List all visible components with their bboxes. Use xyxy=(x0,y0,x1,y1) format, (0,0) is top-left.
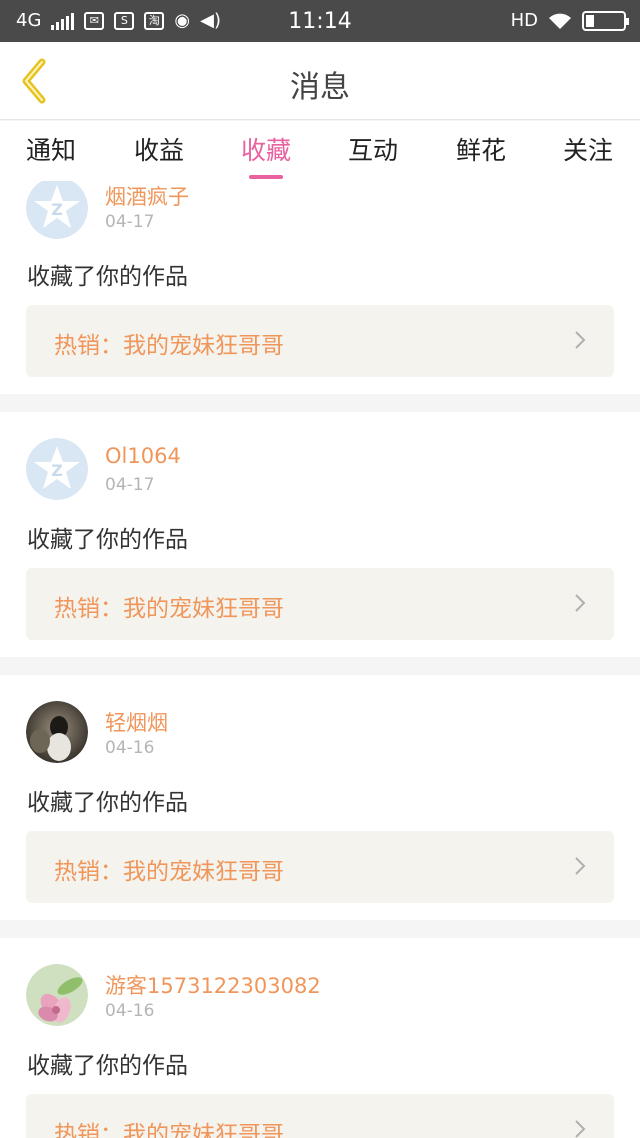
chevron-right-icon xyxy=(575,594,586,612)
message-list[interactable]: Z 烟酒疯子 04-17 收藏了你的作品 热销：我的宠妹狂哥哥 Z Ol1064… xyxy=(0,181,640,1138)
message-card: Z 烟酒疯子 04-17 收藏了你的作品 热销：我的宠妹狂哥哥 xyxy=(0,181,640,394)
message-text: 收藏了你的作品 xyxy=(27,527,188,553)
flower-photo-avatar xyxy=(26,964,88,1026)
message-date: 04-16 xyxy=(105,738,155,758)
chevron-right-icon xyxy=(575,1120,586,1138)
default-avatar-icon: Z xyxy=(26,181,88,239)
message-date: 04-17 xyxy=(105,212,155,232)
tab-flowers[interactable]: 鲜花 xyxy=(441,131,521,167)
message-text: 收藏了你的作品 xyxy=(27,790,188,816)
page-title: 消息 xyxy=(290,70,350,105)
tab-follow[interactable]: 关注 xyxy=(548,131,628,167)
message-card: Z Ol1064 04-17 收藏了你的作品 热销：我的宠妹狂哥哥 xyxy=(0,412,640,657)
status-bar: 4G ✉ S 淘 ◉ ◀) 11:14 HD xyxy=(0,0,640,42)
message-text: 收藏了你的作品 xyxy=(27,264,188,290)
wifi-icon xyxy=(549,13,571,29)
work-title: 热销：我的宠妹狂哥哥 xyxy=(54,1122,284,1138)
avatar[interactable]: Z xyxy=(26,181,88,239)
hd-label: HD xyxy=(510,10,538,31)
message-text: 收藏了你的作品 xyxy=(27,1053,188,1079)
tab-label: 收藏 xyxy=(240,136,291,165)
work-title: 热销：我的宠妹狂哥哥 xyxy=(54,333,284,359)
tab-earnings[interactable]: 收益 xyxy=(119,131,199,167)
avatar[interactable] xyxy=(26,701,88,763)
user-photo-avatar xyxy=(26,701,88,763)
message-card: 轻烟烟 04-16 收藏了你的作品 热销：我的宠妹狂哥哥 xyxy=(0,675,640,920)
default-avatar-icon: Z xyxy=(26,438,88,500)
user-name[interactable]: 游客1573122303082 xyxy=(105,970,321,1000)
user-name[interactable]: 烟酒疯子 xyxy=(105,181,189,211)
tab-interaction[interactable]: 互动 xyxy=(333,131,413,167)
avatar[interactable] xyxy=(26,964,88,1026)
tab-bar: 通知 收益 收藏 互动 鲜花 关注 xyxy=(0,121,640,181)
message-date: 04-17 xyxy=(105,475,155,495)
chevron-right-icon xyxy=(575,331,586,349)
svg-text:Z: Z xyxy=(51,461,63,480)
tab-label: 互动 xyxy=(347,136,398,165)
battery-icon xyxy=(582,10,629,31)
avatar[interactable]: Z xyxy=(26,438,88,500)
svg-text:Z: Z xyxy=(51,200,63,219)
work-link[interactable]: 热销：我的宠妹狂哥哥 xyxy=(26,568,614,640)
active-tab-indicator xyxy=(249,175,283,179)
tab-label: 鲜花 xyxy=(455,136,506,165)
tab-label: 通知 xyxy=(25,136,76,165)
tab-notice[interactable]: 通知 xyxy=(11,131,91,167)
nav-bar: 消息 xyxy=(0,42,640,120)
user-name[interactable]: 轻烟烟 xyxy=(105,707,168,737)
user-name[interactable]: Ol1064 xyxy=(105,444,181,468)
work-link[interactable]: 热销：我的宠妹狂哥哥 xyxy=(26,305,614,377)
work-link[interactable]: 热销：我的宠妹狂哥哥 xyxy=(26,831,614,903)
message-date: 04-16 xyxy=(105,1001,155,1021)
tab-label: 关注 xyxy=(562,136,613,165)
status-right: HD xyxy=(510,10,629,31)
chevron-right-icon xyxy=(575,857,586,875)
work-link[interactable]: 热销：我的宠妹狂哥哥 xyxy=(26,1094,614,1138)
tab-favorites[interactable]: 收藏 xyxy=(226,131,306,179)
work-title: 热销：我的宠妹狂哥哥 xyxy=(54,859,284,885)
message-card: 游客1573122303082 04-16 收藏了你的作品 热销：我的宠妹狂哥哥 xyxy=(0,938,640,1138)
work-title: 热销：我的宠妹狂哥哥 xyxy=(54,596,284,622)
tab-label: 收益 xyxy=(133,136,184,165)
